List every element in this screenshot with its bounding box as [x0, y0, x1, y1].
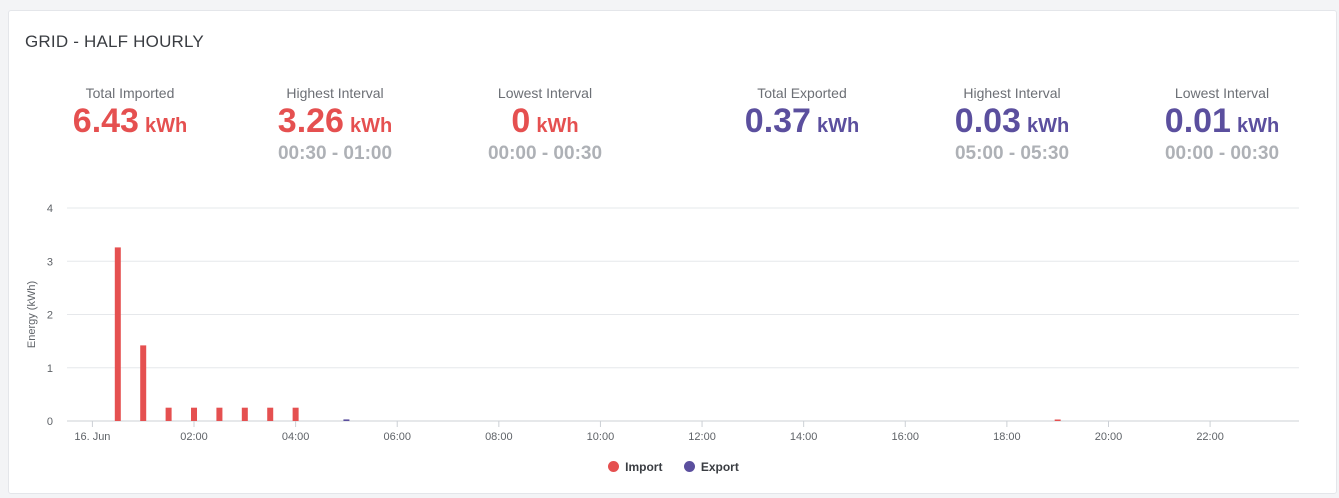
import-bar [191, 407, 198, 421]
stat-unit: kWh [1026, 115, 1070, 137]
y-tick-label: 1 [47, 363, 53, 375]
x-tick-label: 10:00 [587, 431, 615, 443]
grid-half-hourly-card: GRID - HALF HOURLY Total Imported 6.43 kW… [8, 10, 1337, 494]
x-tick-label: 18:00 [993, 431, 1021, 443]
stat-number: 6.43 [72, 102, 139, 140]
import-bar [267, 407, 274, 421]
y-tick-label: 3 [47, 256, 53, 268]
stat-number: 0.01 [1164, 102, 1231, 140]
stat-time-range: 05:00 - 05:30 [954, 143, 1070, 164]
x-tick-label: 16. Jun [74, 431, 110, 443]
stat-total-exported: Total Exported 0.37 kWh [702, 85, 902, 139]
stat-value: 0.01 kWh [1122, 103, 1322, 139]
legend-item-export[interactable]: Export [683, 460, 739, 474]
stat-value: 0.03 kWh [912, 103, 1112, 139]
import-bar [1054, 419, 1061, 421]
y-tick-label: 2 [47, 310, 53, 322]
stat-unit: kWh [1236, 115, 1280, 137]
x-tick-label: 06:00 [383, 431, 411, 443]
x-tick-label: 14:00 [790, 431, 818, 443]
y-axis-title: Energy (kWh) [26, 281, 38, 348]
stat-lowest-import-interval: Lowest Interval 0 kWh 00:00 - 00:30 [445, 85, 645, 165]
stat-lowest-export-interval: Lowest Interval 0.01 kWh 00:00 - 00:30 [1122, 85, 1322, 165]
stat-number: 0.03 [954, 102, 1021, 140]
import-bar [140, 345, 147, 421]
import-bar [292, 407, 299, 421]
legend-label: Export [700, 460, 739, 474]
export-legend-marker [683, 461, 695, 472]
stat-label: Lowest Interval [1174, 85, 1270, 101]
import-bar [216, 407, 223, 421]
stat-number: 3.26 [277, 102, 344, 140]
import-bar [165, 407, 172, 421]
stat-unit: kWh [349, 115, 393, 137]
x-tick-label: 12:00 [688, 431, 716, 443]
y-tick-label: 4 [47, 203, 53, 215]
chart-legend: Import Export [9, 460, 1338, 474]
stat-unit: kWh [144, 115, 188, 137]
stat-label: Total Imported [85, 85, 175, 101]
stat-label: Highest Interval [963, 85, 1061, 101]
import-bar [241, 407, 248, 421]
stat-unit: kWh [536, 115, 579, 137]
x-tick-label: 16:00 [892, 431, 920, 443]
stat-time-range: 00:30 - 01:00 [277, 143, 393, 164]
export-bar [343, 419, 350, 421]
stat-highest-export-interval: Highest Interval 0.03 kWh 05:00 - 05:30 [912, 85, 1112, 165]
x-tick-label: 02:00 [180, 431, 208, 443]
import-bar [114, 247, 121, 421]
x-tick-label: 22:00 [1196, 431, 1224, 443]
stat-value: 3.26 kWh [235, 103, 435, 139]
legend-item-import[interactable]: Import [608, 460, 662, 474]
stat-label: Total Exported [757, 85, 847, 101]
stat-value: 0 kWh [445, 103, 645, 139]
stat-highest-import-interval: Highest Interval 3.26 kWh 00:30 - 01:00 [235, 85, 435, 165]
energy-bar-chart: 0 1 2 3 4 Energy (kWh) 16. Jun 02:00 04:00 06:00 0… [26, 203, 1299, 443]
stat-value: 6.43 kWh [30, 103, 230, 139]
x-tick-label: 04:00 [282, 431, 310, 443]
stat-value: 0.37 kWh [702, 103, 902, 139]
y-tick-label: 0 [47, 416, 53, 428]
card-title: GRID - HALF HOURLY [25, 32, 204, 51]
stat-time-range: 00:00 - 00:30 [1164, 143, 1280, 164]
x-tick-label: 20:00 [1095, 431, 1123, 443]
stat-time-range: 00:00 - 00:30 [487, 143, 603, 164]
import-legend-marker [608, 461, 620, 472]
stat-number: 0 [511, 102, 531, 140]
stat-label: Lowest Interval [497, 85, 593, 101]
x-tick-label: 08:00 [485, 431, 513, 443]
stat-label: Highest Interval [286, 85, 384, 101]
legend-label: Import [625, 460, 663, 474]
stat-number: 0.37 [744, 102, 811, 140]
stat-unit: kWh [816, 115, 860, 137]
stat-total-imported: Total Imported 6.43 kWh [30, 85, 230, 139]
